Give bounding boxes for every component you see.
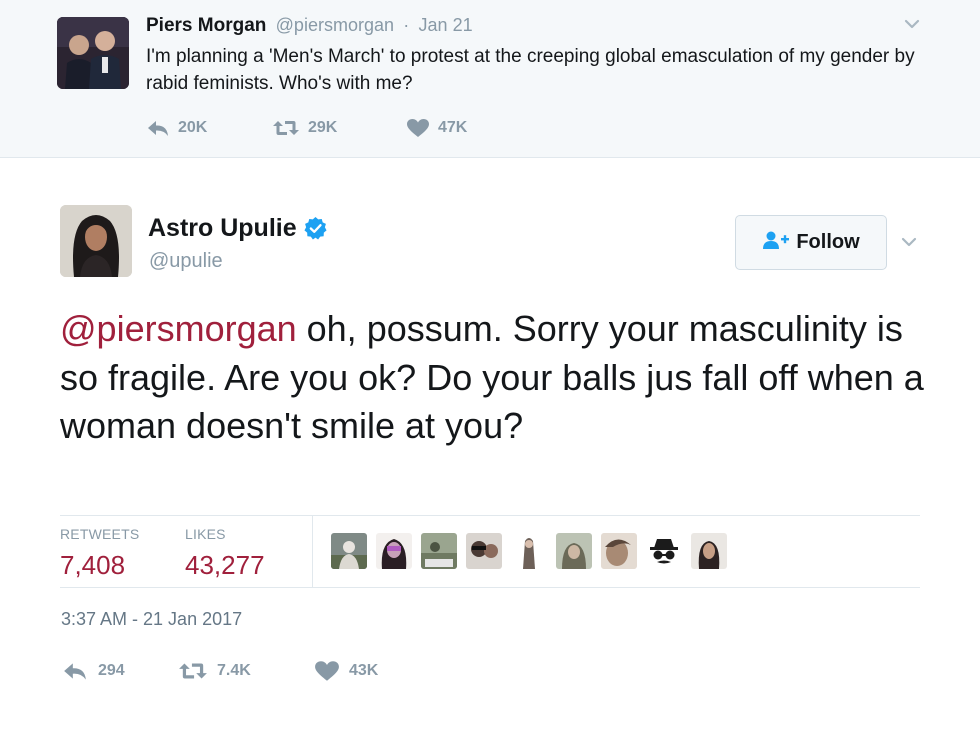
liker-avatar[interactable]: [376, 533, 412, 569]
parent-reply-count: 20K: [178, 119, 208, 136]
parent-author-name[interactable]: Piers Morgan: [146, 15, 266, 36]
parent-separator: ·: [403, 15, 410, 35]
liker-avatar[interactable]: [331, 533, 367, 569]
reply-icon: [62, 660, 88, 682]
parent-author-line: Piers Morgan @piersmorgan · Jan 21: [146, 15, 473, 37]
liker-avatar[interactable]: [421, 533, 457, 569]
parent-reply-button[interactable]: 20K: [146, 116, 272, 140]
parent-avatar[interactable]: [57, 17, 129, 89]
reply-button[interactable]: 294: [62, 658, 178, 684]
retweets-count: 7,408: [60, 550, 126, 580]
mention-link[interactable]: @piersmorgan: [60, 308, 297, 349]
chevron-down-icon[interactable]: [902, 14, 922, 34]
follow-button-label: Follow: [796, 231, 860, 253]
parent-retweet-button[interactable]: 29K: [272, 116, 406, 140]
stats-divider: [312, 516, 313, 588]
retweet-count: 7.4K: [217, 662, 251, 679]
tweet-timestamp[interactable]: 3:37 AM - 21 Jan 2017: [61, 609, 242, 630]
retweet-icon: [272, 118, 300, 138]
reply-icon: [146, 118, 170, 138]
liker-avatar[interactable]: [601, 533, 637, 569]
liker-avatar[interactable]: [646, 533, 682, 569]
like-count: 43K: [349, 662, 379, 679]
author-avatar[interactable]: [60, 205, 132, 277]
retweets-stat[interactable]: RETWEETS 7,408: [60, 526, 139, 581]
retweets-label: RETWEETS: [60, 526, 140, 542]
heart-icon: [406, 118, 430, 138]
tweet-action-bar: 294 7.4K 43K: [62, 658, 378, 684]
verified-badge-icon: [303, 216, 328, 241]
retweet-button[interactable]: 7.4K: [178, 658, 314, 684]
author-name-line: Astro Upulie: [148, 214, 328, 243]
liker-avatar[interactable]: [691, 533, 727, 569]
parent-like-button[interactable]: 47K: [406, 116, 467, 140]
parent-date[interactable]: Jan 21: [419, 15, 473, 35]
retweet-icon: [178, 660, 208, 682]
parent-action-bar: 20K 29K 47K: [146, 116, 467, 140]
liker-avatar[interactable]: [556, 533, 592, 569]
chevron-down-icon[interactable]: [898, 231, 920, 253]
likes-label: LIKES: [185, 526, 226, 542]
liker-avatars: [331, 533, 736, 569]
follow-user-icon: [762, 230, 790, 255]
parent-author-handle[interactable]: @piersmorgan: [276, 15, 394, 35]
author-name[interactable]: Astro Upulie: [148, 214, 297, 243]
parent-tweet-text: I'm planning a 'Men's March' to protest …: [146, 46, 915, 94]
likes-count: 43,277: [185, 550, 265, 580]
parent-retweet-count: 29K: [308, 119, 338, 136]
liker-avatar[interactable]: [466, 533, 502, 569]
likes-stat[interactable]: LIKES 43,277: [185, 526, 265, 581]
heart-icon: [314, 660, 340, 682]
parent-like-count: 47K: [438, 119, 468, 136]
tweet-text: @piersmorgan oh, possum. Sorry your masc…: [60, 305, 940, 451]
tweet-stats: RETWEETS 7,408 LIKES 43,277: [60, 515, 920, 588]
liker-avatar[interactable]: [511, 533, 547, 569]
author-handle[interactable]: @upulie: [149, 250, 223, 273]
reply-count: 294: [98, 662, 125, 679]
follow-button[interactable]: Follow: [735, 215, 887, 270]
like-button[interactable]: 43K: [314, 658, 378, 684]
parent-tweet[interactable]: Piers Morgan @piersmorgan · Jan 21 I'm p…: [0, 0, 980, 158]
